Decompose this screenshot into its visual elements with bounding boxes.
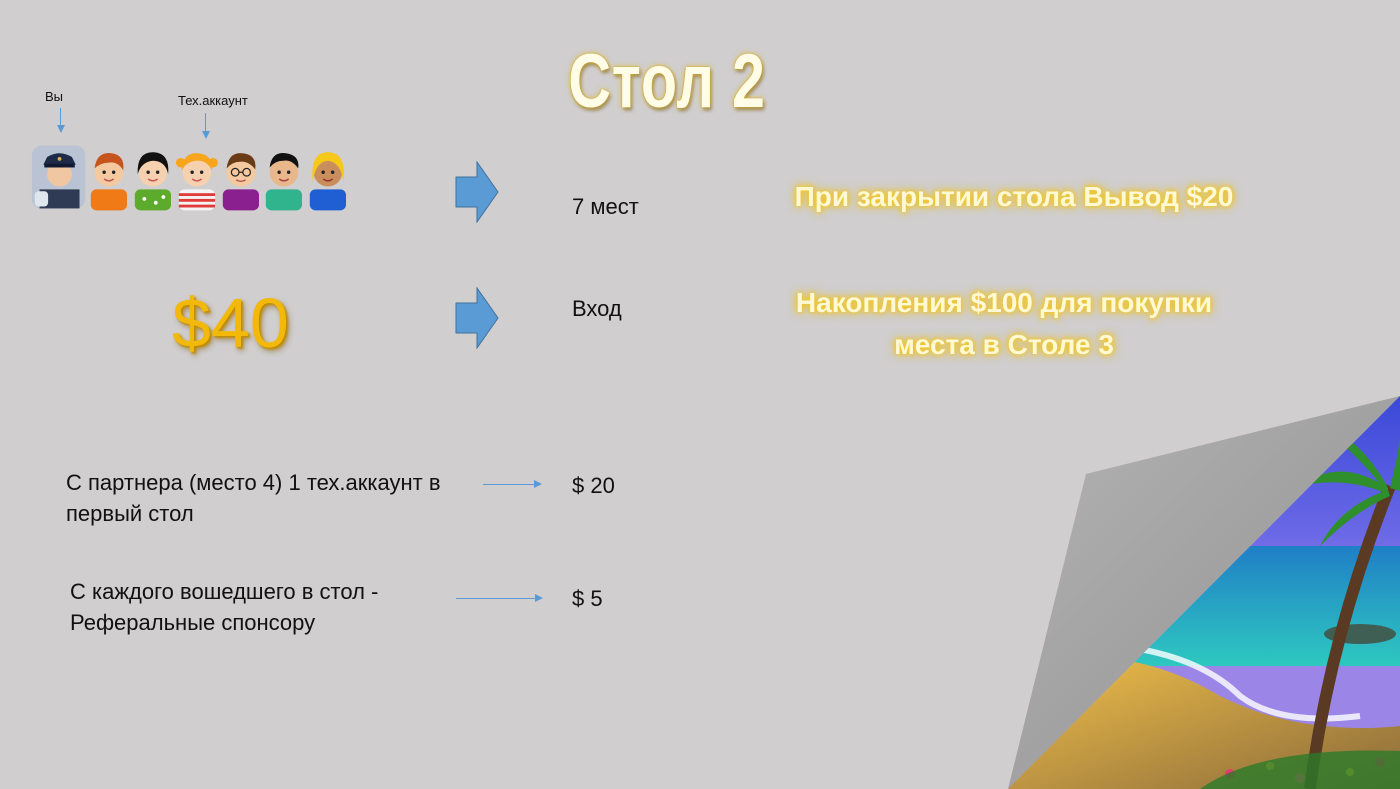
payout-note: При закрытии стола Вывод $20 [794,181,1234,212]
referral-line-2: Реферальные спонсору [70,610,316,635]
avatar-girl-green-icon [134,152,171,211]
you-pointer-arrowhead [57,125,65,133]
avatar-boy-teal-icon [266,152,303,211]
partner-arrow-line [483,484,535,485]
entry-price: $40 [172,284,289,362]
entry-label: Вход [572,296,622,321]
avatar-girl-blonde-icon [310,152,347,211]
avatar-boy-orange-icon [90,152,128,211]
partner-line-1: С партнера (место 4) 1 тех.аккаунт в [66,470,441,495]
partner-text: С партнера (место 4) 1 тех.аккаунт в пер… [66,467,486,529]
partner-line-2: первый стол [66,501,194,526]
label-you: Вы [45,89,64,104]
referral-text: С каждого вошедшего в стол - Реферальные… [70,576,470,638]
avatar-girl-striped-icon [175,153,218,211]
referral-line-1: С каждого вошедшего в стол - [70,579,379,604]
page-curl-beach-image [1008,396,1400,789]
avatar-boy-glasses-icon [222,153,259,211]
block-arrow-right-icon-1 [455,161,499,223]
referral-arrowhead [535,594,543,602]
seats-count: 7 мест [572,194,639,219]
savings-note: Накопления $100 для покупки места в Стол… [730,282,1278,366]
block-arrow-right-icon-2 [455,287,499,349]
slide-title: Стол 2 [568,39,766,124]
partner-arrowhead [534,480,542,488]
savings-line-2: места в Столе 3 [894,329,1114,360]
referral-amount: $ 5 [572,586,603,611]
label-tech-account: Тех.аккаунт [178,93,248,108]
you-pointer-line [60,108,61,126]
tech-pointer-arrowhead [202,131,210,139]
savings-line-1: Накопления $100 для покупки [795,287,1213,318]
avatar-officer-icon [31,145,86,209]
avatars-row [30,140,350,212]
referral-arrow-line [456,598,536,599]
partner-amount: $ 20 [572,473,615,498]
tech-pointer-line [205,113,206,131]
